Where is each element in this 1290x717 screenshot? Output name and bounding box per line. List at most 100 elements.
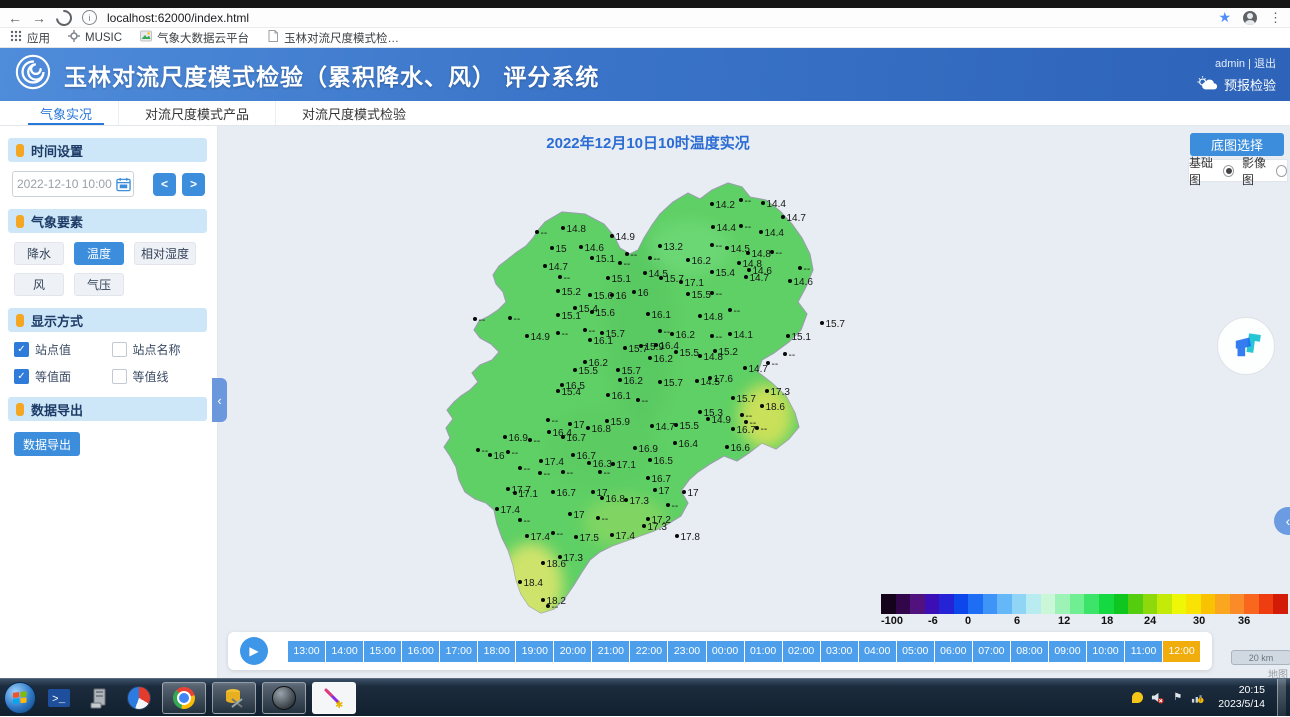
logout-link[interactable]: 退出	[1254, 58, 1276, 70]
station-dot[interactable]	[783, 352, 787, 356]
time-cell-05:00[interactable]: 05:00	[897, 641, 934, 662]
time-cell-22:00[interactable]: 22:00	[630, 641, 667, 662]
time-cell-04:00[interactable]: 04:00	[859, 641, 896, 662]
station-dot[interactable]	[573, 368, 577, 372]
station-dot[interactable]	[686, 258, 690, 262]
station-dot[interactable]	[611, 462, 615, 466]
station-dot[interactable]	[731, 427, 735, 431]
time-next-button[interactable]: >	[182, 173, 205, 196]
station-dot[interactable]	[550, 246, 554, 250]
station-dot[interactable]	[586, 426, 590, 430]
globe-icon[interactable]	[262, 682, 306, 714]
station-dot[interactable]	[739, 198, 743, 202]
station-dot[interactable]	[747, 268, 751, 272]
checkbox-icon[interactable]	[112, 369, 127, 384]
station-dot[interactable]	[556, 313, 560, 317]
station-dot[interactable]	[556, 331, 560, 335]
station-dot[interactable]	[760, 404, 764, 408]
station-dot[interactable]	[546, 604, 550, 608]
station-dot[interactable]	[648, 356, 652, 360]
time-cell-14:00[interactable]: 14:00	[326, 641, 363, 662]
station-dot[interactable]	[623, 346, 627, 350]
station-dot[interactable]	[781, 215, 785, 219]
radio-icon[interactable]	[1276, 165, 1287, 177]
station-dot[interactable]	[625, 252, 629, 256]
station-dot[interactable]	[788, 279, 792, 283]
station-dot[interactable]	[643, 271, 647, 275]
station-dot[interactable]	[646, 312, 650, 316]
station-dot[interactable]	[543, 264, 547, 268]
element-button[interactable]: 温度	[74, 242, 124, 265]
station-dot[interactable]	[618, 378, 622, 382]
station-dot[interactable]	[518, 580, 522, 584]
station-dot[interactable]	[546, 418, 550, 422]
tab-对流尺度模式检验[interactable]: 对流尺度模式检验	[275, 101, 432, 125]
station-dot[interactable]	[573, 306, 577, 310]
station-dot[interactable]	[574, 535, 578, 539]
station-dot[interactable]	[561, 226, 565, 230]
station-dot[interactable]	[588, 293, 592, 297]
station-dot[interactable]	[710, 243, 714, 247]
station-dot[interactable]	[616, 368, 620, 372]
station-dot[interactable]	[506, 450, 510, 454]
station-dot[interactable]	[658, 244, 662, 248]
station-dot[interactable]	[503, 435, 507, 439]
station-dot[interactable]	[648, 458, 652, 462]
station-dot[interactable]	[698, 410, 702, 414]
time-cell-19:00[interactable]: 19:00	[516, 641, 553, 662]
station-dot[interactable]	[820, 321, 824, 325]
station-dot[interactable]	[618, 261, 622, 265]
basemap-option[interactable]: 基础图	[1189, 154, 1234, 188]
station-dot[interactable]	[673, 441, 677, 445]
map-panel[interactable]: 14.2--14.414.7--14.814.914.4--14.41514.6…	[218, 126, 1290, 678]
station-dot[interactable]	[759, 230, 763, 234]
checkbox-icon[interactable]: ✓	[14, 342, 29, 357]
bookmark-item[interactable]: 气象大数据云平台	[140, 30, 249, 46]
station-dot[interactable]	[525, 334, 529, 338]
station-dot[interactable]	[659, 276, 663, 280]
time-cell-07:00[interactable]: 07:00	[973, 641, 1010, 662]
station-dot[interactable]	[653, 488, 657, 492]
station-dot[interactable]	[551, 490, 555, 494]
back-icon[interactable]: ←	[8, 11, 22, 25]
station-dot[interactable]	[650, 424, 654, 428]
station-dot[interactable]	[591, 490, 595, 494]
station-dot[interactable]	[711, 225, 715, 229]
station-dot[interactable]	[561, 435, 565, 439]
station-dot[interactable]	[598, 470, 602, 474]
station-dot[interactable]	[646, 517, 650, 521]
show-desktop-button[interactable]	[1277, 679, 1286, 717]
station-dot[interactable]	[674, 350, 678, 354]
time-cell-16:00[interactable]: 16:00	[402, 641, 439, 662]
station-dot[interactable]	[648, 256, 652, 260]
display-option[interactable]: 站点名称	[112, 341, 206, 358]
time-cell-23:00[interactable]: 23:00	[668, 641, 705, 662]
station-dot[interactable]	[786, 334, 790, 338]
station-dot[interactable]	[568, 512, 572, 516]
display-option[interactable]: 等值线	[112, 368, 206, 385]
station-dot[interactable]	[541, 561, 545, 565]
station-dot[interactable]	[642, 524, 646, 528]
station-dot[interactable]	[547, 430, 551, 434]
station-dot[interactable]	[666, 503, 670, 507]
station-dot[interactable]	[583, 328, 587, 332]
station-dot[interactable]	[725, 445, 729, 449]
time-cell-21:00[interactable]: 21:00	[592, 641, 629, 662]
station-dot[interactable]	[713, 349, 717, 353]
time-cell-11:00[interactable]: 11:00	[1125, 641, 1162, 662]
time-cell-12:00[interactable]: 12:00	[1163, 641, 1200, 662]
forward-icon[interactable]: →	[32, 11, 46, 25]
time-cell-02:00[interactable]: 02:00	[783, 641, 820, 662]
profile-avatar[interactable]	[1243, 11, 1257, 25]
checkbox-icon[interactable]	[112, 342, 127, 357]
station-dot[interactable]	[646, 476, 650, 480]
bookmark-star-icon[interactable]: ★	[1218, 9, 1231, 26]
start-button[interactable]	[4, 682, 36, 714]
station-dot[interactable]	[766, 361, 770, 365]
powershell-icon[interactable]: >_	[42, 683, 76, 713]
station-dot[interactable]	[725, 246, 729, 250]
station-dot[interactable]	[556, 289, 560, 293]
play-button[interactable]: ▶	[240, 637, 268, 665]
station-dot[interactable]	[710, 202, 714, 206]
station-dot[interactable]	[658, 380, 662, 384]
